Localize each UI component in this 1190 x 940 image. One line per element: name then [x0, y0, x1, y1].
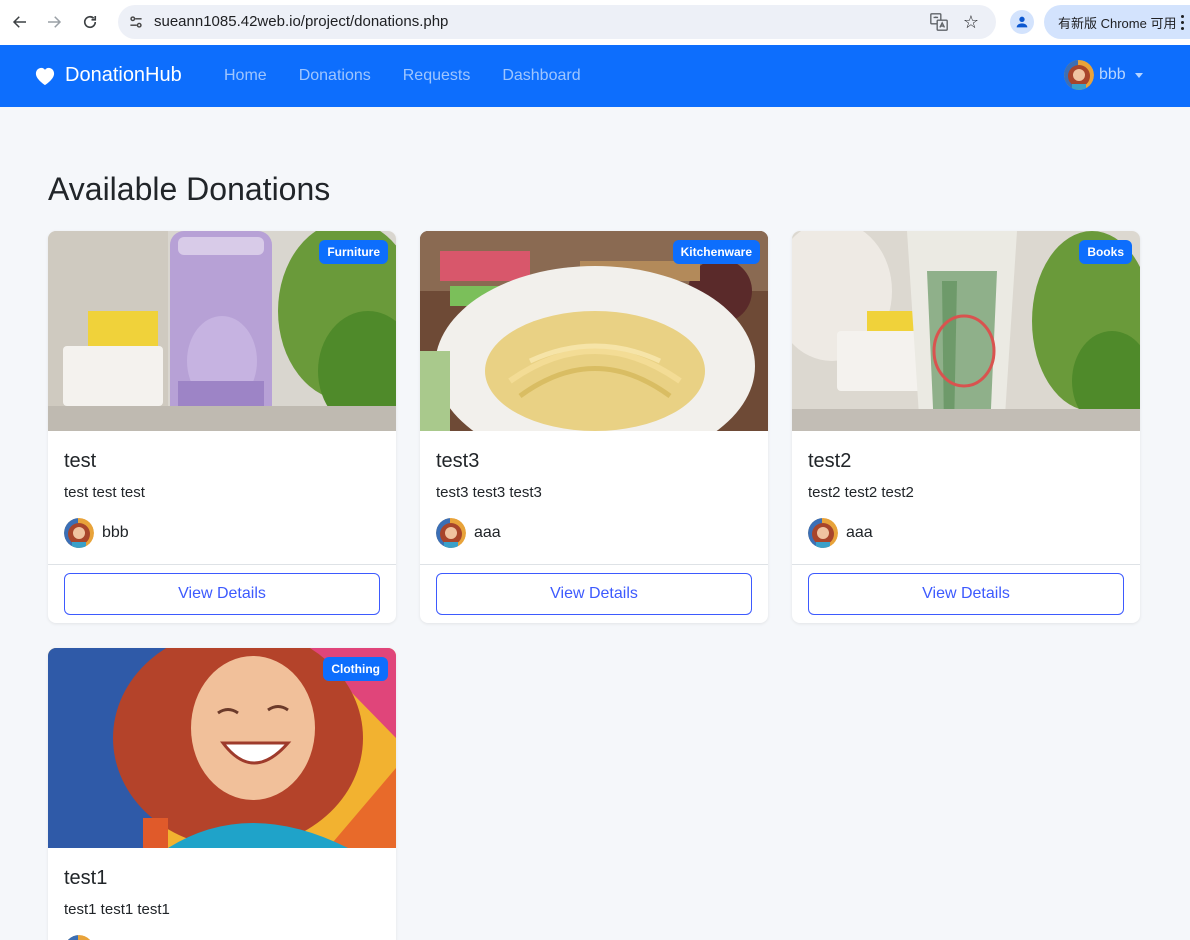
donation-image[interactable]: Kitchenware: [420, 231, 768, 431]
donation-title: test: [64, 450, 97, 472]
donation-card: Furniture test test test test bbb View D…: [48, 231, 396, 623]
view-details-button[interactable]: View Details: [808, 573, 1124, 615]
donor-name: aaa: [474, 524, 501, 541]
user-dropdown[interactable]: bbb: [1064, 60, 1143, 90]
category-badge: Clothing: [323, 657, 388, 681]
donation-card: Clothing test1 test1 test1 test1: [48, 648, 396, 940]
category-badge: Furniture: [319, 240, 388, 264]
browser-menu-icon[interactable]: [1176, 10, 1188, 34]
view-details-button[interactable]: View Details: [436, 573, 752, 615]
donation-image[interactable]: Clothing: [48, 648, 396, 848]
donation-card: Books test2 test2 test2 test2 aaa View D…: [792, 231, 1140, 623]
page-title: Available Donations: [48, 171, 331, 207]
chrome-update-button[interactable]: 有新版 Chrome 可用: [1044, 5, 1190, 39]
donation-description: test test test: [64, 484, 145, 501]
donation-description: test2 test2 test2: [808, 484, 914, 501]
donation-title: test2: [808, 450, 852, 472]
bookmark-star-icon[interactable]: ☆: [960, 11, 982, 33]
site-settings-icon[interactable]: [126, 12, 146, 32]
donation-description: test3 test3 test3: [436, 484, 542, 501]
donation-title: test1: [64, 867, 108, 889]
forward-arrow-icon[interactable]: [40, 8, 68, 36]
donation-title: test3: [436, 450, 480, 472]
back-arrow-icon[interactable]: [6, 8, 34, 36]
browser-toolbar: sueann1085.42web.io/project/donations.ph…: [0, 0, 1190, 45]
heart-icon: [35, 67, 55, 85]
main-nav: Home Donations Requests Dashboard: [224, 67, 613, 85]
donor-info: bbb: [64, 518, 380, 548]
donor-info: [64, 935, 380, 940]
donation-image[interactable]: Furniture: [48, 231, 396, 431]
translate-icon[interactable]: [928, 11, 950, 33]
app-navbar: DonationHub Home Donations Requests Dash…: [0, 45, 1190, 107]
reload-icon[interactable]: [76, 8, 104, 36]
category-badge: Kitchenware: [672, 240, 760, 264]
nav-home-link[interactable]: Home: [224, 67, 267, 85]
donor-info: aaa: [808, 518, 1124, 548]
url-text[interactable]: sueann1085.42web.io/project/donations.ph…: [154, 13, 448, 30]
donor-avatar: [64, 518, 94, 548]
donation-image[interactable]: Books: [792, 231, 1140, 431]
nav-donations-link[interactable]: Donations: [299, 67, 371, 85]
donor-avatar: [808, 518, 838, 548]
donor-avatar: [64, 935, 94, 940]
donor-name: bbb: [102, 524, 129, 541]
nav-dashboard-link[interactable]: Dashboard: [502, 67, 580, 85]
category-badge: Books: [1079, 240, 1132, 264]
donation-description: test1 test1 test1: [64, 901, 170, 918]
donor-info: aaa: [436, 518, 752, 548]
donor-avatar: [436, 518, 466, 548]
brand-name: DonationHub: [65, 64, 182, 86]
donor-name: aaa: [846, 524, 873, 541]
user-name: bbb: [1099, 66, 1126, 83]
user-avatar: [1064, 60, 1094, 90]
view-details-button[interactable]: View Details: [64, 573, 380, 615]
address-bar[interactable]: sueann1085.42web.io/project/donations.ph…: [118, 5, 996, 39]
donation-card: Kitchenware test3 test3 test3 test3 aaa …: [420, 231, 768, 623]
caret-down-icon: [1134, 72, 1143, 78]
profile-icon[interactable]: [1010, 10, 1034, 34]
brand-link[interactable]: DonationHub: [34, 64, 182, 87]
nav-requests-link[interactable]: Requests: [403, 67, 471, 85]
